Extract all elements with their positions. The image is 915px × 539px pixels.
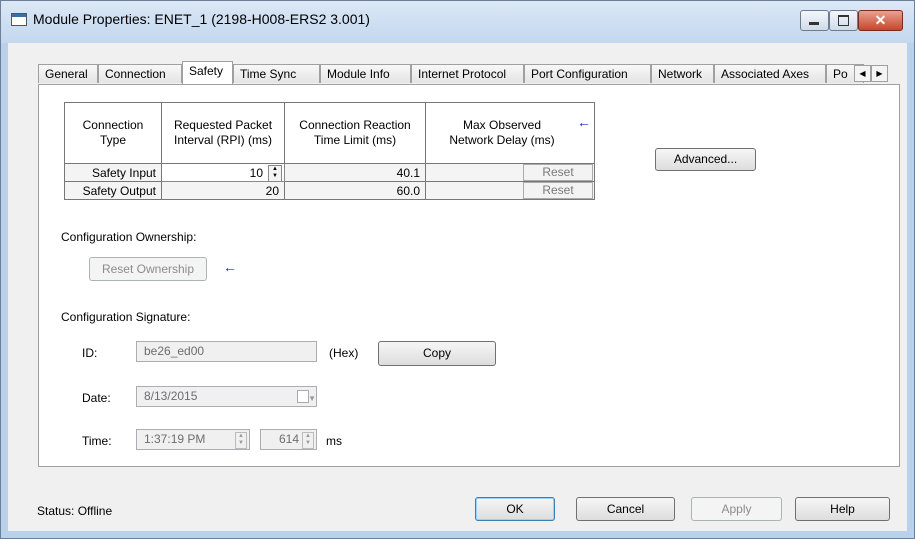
maximize-icon (838, 15, 849, 26)
ok-button[interactable]: OK (475, 497, 555, 521)
column-header-network-delay-label: Max Observed Network Delay (ms) (449, 118, 555, 147)
signature-time-field[interactable]: 1:37:19 PM ▲ ▼ (136, 429, 250, 450)
column-header-connection-type: Connection Type (64, 102, 162, 164)
tab-module-info[interactable]: Module Info (320, 64, 411, 83)
row-connection-type: Safety Input (64, 163, 162, 182)
rpi-value: 20 (161, 181, 285, 200)
signature-date-field[interactable]: 8/13/2015 ▼ (136, 386, 317, 407)
help-button[interactable]: Help (795, 497, 890, 521)
tab-scroll-left-icon[interactable]: ◀ (854, 65, 871, 82)
column-header-reaction-time: Connection Reaction Time Limit (ms) (284, 102, 426, 164)
signature-id-field[interactable]: be26_ed00 (136, 341, 317, 362)
time-spinner-icon[interactable]: ▲ ▼ (235, 432, 247, 449)
arrow-left-icon: ← (577, 114, 591, 130)
network-delay-cell: Reset (425, 163, 595, 182)
network-delay-cell: Reset (425, 181, 595, 200)
table-row: Safety Output 20 60.0 Reset (64, 181, 595, 200)
tab-general[interactable]: General (38, 64, 98, 83)
ms-spinner-icon[interactable]: ▲ ▼ (302, 432, 314, 449)
title-bar[interactable]: Module Properties: ENET_1 (2198-H008-ERS… (1, 1, 914, 43)
copy-button[interactable]: Copy (378, 341, 496, 366)
tab-time-sync[interactable]: Time Sync (233, 64, 320, 83)
tab-connection[interactable]: Connection (98, 64, 182, 83)
signature-time-value: 1:37:19 PM (144, 432, 206, 446)
arrow-left-icon: ← (223, 259, 237, 275)
safety-tab-panel: Connection Type Requested Packet Interva… (38, 84, 900, 467)
cancel-button[interactable]: Cancel (576, 497, 675, 521)
apply-button[interactable]: Apply (691, 497, 782, 521)
tab-safety[interactable]: Safety (182, 61, 233, 84)
reaction-time-value: 60.0 (284, 181, 426, 200)
reset-ownership-button[interactable]: Reset Ownership (89, 257, 207, 281)
date-label: Date: (82, 391, 111, 405)
tab-internet-protocol[interactable]: Internet Protocol (411, 64, 524, 83)
row-connection-type: Safety Output (64, 181, 162, 200)
reset-delay-button[interactable]: Reset (523, 182, 593, 199)
column-header-rpi: Requested Packet Interval (RPI) (ms) (161, 102, 285, 164)
time-label: Time: (82, 434, 112, 448)
configuration-ownership-heading: Configuration Ownership: (61, 230, 197, 244)
rpi-input[interactable]: 10 ▲ ▼ (161, 163, 285, 182)
tab-port-configuration[interactable]: Port Configuration (524, 64, 651, 83)
signature-ms-value: 614 (278, 432, 299, 446)
column-header-network-delay: Max Observed Network Delay (ms) ← (425, 102, 595, 164)
signature-date-value: 8/13/2015 (144, 389, 198, 403)
reaction-time-value: 40.1 (284, 163, 426, 182)
configuration-signature-heading: Configuration Signature: (61, 310, 191, 324)
table-row: Safety Input 10 ▲ ▼ 40.1 Reset (64, 163, 595, 182)
window-title: Module Properties: ENET_1 (2198-H008-ERS… (33, 11, 370, 27)
minimize-icon (809, 22, 819, 25)
chevron-down-icon: ▼ (308, 394, 316, 403)
tab-associated-axes[interactable]: Associated Axes (714, 64, 826, 83)
rpi-spinner-icon[interactable]: ▲ ▼ (268, 165, 282, 182)
close-button[interactable]: ✕ (858, 10, 903, 31)
id-label: ID: (82, 346, 98, 360)
table-header-row: Connection Type Requested Packet Interva… (64, 102, 595, 164)
module-properties-window: Module Properties: ENET_1 (2198-H008-ERS… (0, 0, 915, 539)
tab-network[interactable]: Network (651, 64, 714, 83)
connection-table: Connection Type Requested Packet Interva… (64, 102, 595, 200)
window-icon (11, 13, 27, 26)
tab-scroll-right-icon[interactable]: ▶ (871, 65, 888, 82)
maximize-button[interactable] (829, 10, 858, 31)
hex-label: (Hex) (329, 346, 359, 360)
signature-ms-field[interactable]: 614 ▲ ▼ (260, 429, 317, 450)
status-text: Status: Offline (37, 504, 113, 518)
minimize-button[interactable] (800, 10, 829, 31)
close-icon: ✕ (874, 12, 887, 28)
ms-label: ms (326, 434, 342, 448)
dialog-client: General Connection Safety Time Sync Modu… (8, 43, 907, 531)
reset-delay-button[interactable]: Reset (523, 164, 593, 181)
advanced-button[interactable]: Advanced... (655, 148, 756, 171)
